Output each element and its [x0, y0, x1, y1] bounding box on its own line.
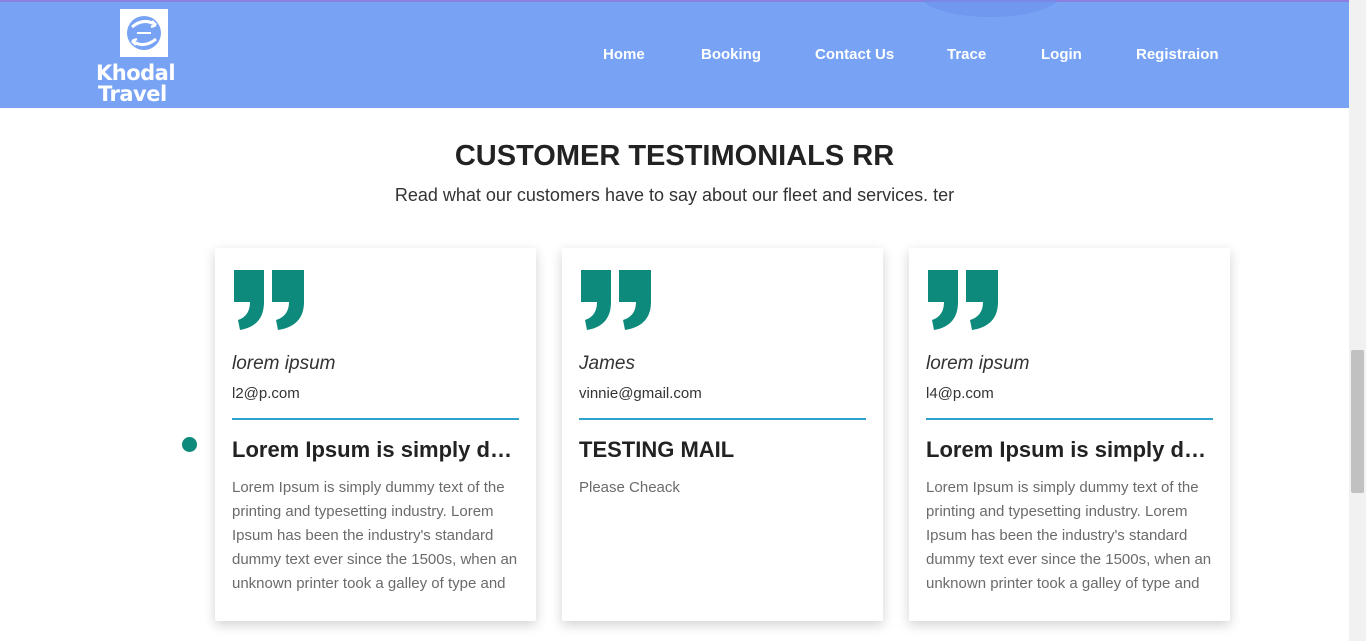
testimonial-body: Lorem Ipsum is simply dummy text of the …	[232, 479, 518, 592]
nav-link-contact-us[interactable]: Contact Us	[815, 46, 894, 63]
quote-icon	[581, 270, 651, 330]
testimonials-title: CUSTOMER TESTIMONIALS RR	[454, 140, 895, 172]
carousel-dot[interactable]	[182, 437, 197, 452]
testimonial-email: l4@p.com	[926, 385, 994, 402]
testimonial-heading: Lorem Ipsum is simply dummy text	[926, 437, 1213, 462]
card-divider	[579, 418, 866, 420]
card-divider	[926, 418, 1213, 420]
nav-link-registration[interactable]: Registraion	[1136, 46, 1219, 63]
testimonial-card: James vinnie@gmail.com TESTING MAIL Plea…	[562, 248, 883, 621]
testimonial-body: Please Cheack	[579, 479, 680, 496]
testimonial-heading: Lorem Ipsum is simply dummy text	[232, 437, 519, 462]
page-scrollbar[interactable]	[1349, 0, 1366, 641]
quote-icon	[234, 270, 304, 330]
brand-name: Khodal Travel	[96, 63, 196, 105]
testimonial-name: lorem ipsum	[926, 353, 1030, 374]
nav-link-booking[interactable]: Booking	[701, 46, 761, 63]
testimonial-name: James	[579, 353, 635, 374]
nav-links: Home Booking Contact Us Trace Login Regi…	[0, 46, 1349, 68]
testimonial-name: lorem ipsum	[232, 353, 336, 374]
nav-link-trace[interactable]: Trace	[947, 46, 986, 63]
testimonial-email: l2@p.com	[232, 385, 300, 402]
nav-link-home[interactable]: Home	[603, 46, 645, 63]
nav-link-login[interactable]: Login	[1041, 46, 1082, 63]
navbar: Khodal Travel Home Booking Contact Us Tr…	[0, 0, 1349, 108]
testimonial-email: vinnie@gmail.com	[579, 385, 702, 402]
testimonial-card: lorem ipsum l2@p.com Lorem Ipsum is simp…	[215, 248, 536, 621]
testimonial-card: lorem ipsum l4@p.com Lorem Ipsum is simp…	[909, 248, 1230, 621]
card-divider	[232, 418, 519, 420]
scrollbar-thumb[interactable]	[1351, 350, 1364, 493]
quote-icon	[928, 270, 998, 330]
testimonials-subtitle: Read what our customers have to say abou…	[394, 185, 955, 205]
testimonial-heading: TESTING MAIL	[579, 437, 735, 462]
nav-glow-decoration	[920, 0, 1060, 17]
testimonial-body: Lorem Ipsum is simply dummy text of the …	[926, 479, 1212, 592]
brand-line-2: Travel	[98, 82, 167, 106]
